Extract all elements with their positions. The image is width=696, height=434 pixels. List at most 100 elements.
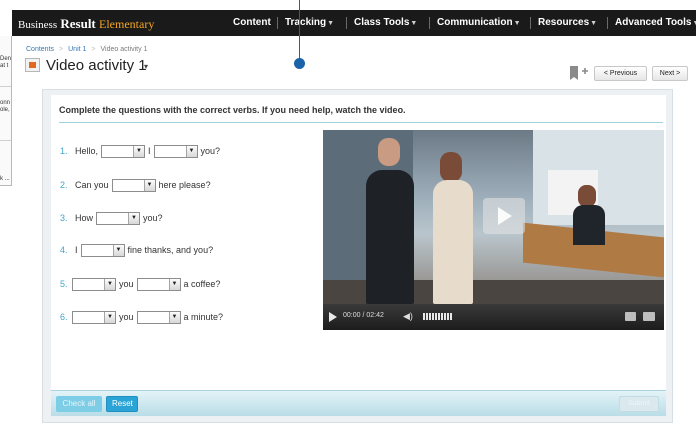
- fullscreen-icon[interactable]: [643, 312, 655, 321]
- brand-word-3: Elementary: [99, 17, 155, 31]
- chevron-down-icon: ▼: [590, 20, 598, 27]
- next-button[interactable]: Next >: [652, 66, 688, 81]
- answer-dropdown[interactable]: ▼: [72, 277, 116, 291]
- question-text: you: [119, 279, 134, 289]
- reset-button[interactable]: Reset: [106, 396, 138, 412]
- chevron-down-icon: ▼: [692, 20, 696, 27]
- question-text: Can you: [75, 180, 109, 190]
- top-nav-bar: Business Result Elementary Content Track…: [12, 10, 696, 36]
- instruction-text: Complete the questions with the correct …: [59, 105, 663, 123]
- app-window: Den at t onn ole, k ... Business Result …: [0, 0, 696, 434]
- breadcrumb: Contents > Unit 1 > Video activity 1: [26, 46, 147, 53]
- question-number: 1.: [60, 146, 68, 156]
- divider: [0, 140, 11, 141]
- question-number: 5.: [60, 279, 68, 289]
- answer-dropdown[interactable]: ▼: [153, 144, 198, 158]
- callout-line: [299, 0, 300, 62]
- nav-item-label: Resources: [538, 17, 590, 28]
- answer-dropdown[interactable]: ▼: [111, 178, 156, 192]
- question-text: fine thanks, and you?: [127, 245, 214, 255]
- question-text: Hello,: [75, 146, 99, 156]
- nav-item-advanced-tools[interactable]: Advanced Tools▼: [615, 10, 696, 36]
- play-overlay-button[interactable]: [483, 198, 525, 234]
- chevron-down-icon: ▼: [133, 145, 145, 157]
- breadcrumb-separator: >: [91, 46, 96, 53]
- previous-button[interactable]: < Previous: [594, 66, 647, 81]
- question-text: I: [148, 146, 151, 156]
- chevron-down-icon: ▼: [104, 311, 115, 323]
- divider: [607, 17, 608, 29]
- side-panel: Den at t onn ole, k ...: [0, 36, 12, 186]
- volume-icon[interactable]: ◀): [403, 311, 413, 322]
- submit-button[interactable]: Submit: [619, 396, 659, 412]
- side-panel-text: at t: [0, 63, 9, 69]
- chevron-down-icon: ▼: [168, 278, 180, 290]
- nav-item-label: Communication: [437, 17, 513, 28]
- answer-dropdown[interactable]: ▼: [101, 144, 146, 158]
- nav-item-content[interactable]: Content: [233, 10, 271, 36]
- chevron-down-icon: ▼: [143, 179, 155, 191]
- question-number: 2.: [60, 180, 68, 190]
- chevron-down-icon: ▼: [327, 20, 335, 27]
- video-controls: 00:00 / 02:42 ◀): [323, 304, 664, 330]
- page-title: Video activity 1: [46, 57, 147, 74]
- nav-item-communication[interactable]: Communication▼: [437, 10, 521, 36]
- side-panel-text: ole,: [0, 107, 10, 113]
- nav-item-class-tools[interactable]: Class Tools▼: [354, 10, 417, 36]
- answer-dropdown[interactable]: ▼: [80, 243, 125, 257]
- callout-dot: [294, 58, 305, 69]
- nav-item-label: Content: [233, 17, 271, 28]
- brand-logo[interactable]: Business Result Elementary: [18, 16, 154, 32]
- chevron-down-icon: ▼: [513, 20, 521, 27]
- question-6: 6. ▼ you ▼ a minute?: [60, 310, 226, 324]
- question-number: 4.: [60, 245, 68, 255]
- nav-item-label: Class Tools: [354, 17, 410, 28]
- breadcrumb-unit[interactable]: Unit 1: [68, 46, 86, 53]
- brand-word-1: Business: [18, 19, 58, 31]
- video-frame[interactable]: [323, 130, 664, 304]
- breadcrumb-current: Video activity 1: [100, 46, 148, 53]
- nav-item-label: Advanced Tools: [615, 17, 692, 28]
- volume-slider[interactable]: [423, 313, 452, 320]
- question-4: 4. I ▼ fine thanks, and you?: [60, 243, 216, 257]
- answer-dropdown[interactable]: ▼: [96, 211, 141, 225]
- question-5: 5. ▼ you ▼ a coffee?: [60, 277, 223, 291]
- brand-word-2: Result: [60, 16, 96, 31]
- play-icon: [498, 207, 512, 225]
- question-text: you?: [143, 213, 163, 223]
- question-number: 6.: [60, 312, 68, 322]
- question-text: I: [75, 245, 78, 255]
- video-player[interactable]: 00:00 / 02:42 ◀): [323, 130, 664, 330]
- chevron-down-icon: ▼: [104, 278, 115, 290]
- chevron-down-icon: ▼: [168, 311, 180, 323]
- activity-body: Complete the questions with the correct …: [51, 95, 666, 401]
- breadcrumb-contents[interactable]: Contents: [26, 46, 54, 53]
- question-text: here please?: [158, 180, 211, 190]
- question-1: 1. Hello, ▼ I ▼ you?: [60, 144, 223, 158]
- nav-item-resources[interactable]: Resources▼: [538, 10, 597, 36]
- divider: [346, 17, 347, 29]
- answer-dropdown[interactable]: ▼: [72, 310, 116, 324]
- side-panel-text: k ...: [0, 176, 10, 182]
- chevron-down-icon[interactable]: ▾: [144, 62, 148, 71]
- nav-item-tracking[interactable]: Tracking▼: [285, 10, 334, 36]
- chevron-down-icon: ▼: [410, 20, 418, 27]
- bookmark-add-icon[interactable]: [567, 64, 589, 82]
- question-text: How: [75, 213, 94, 223]
- answer-dropdown[interactable]: ▼: [136, 310, 181, 324]
- captions-icon[interactable]: [625, 312, 636, 321]
- question-3: 3. How ▼ you?: [60, 211, 166, 225]
- side-panel-text: Den: [0, 56, 12, 62]
- answer-dropdown[interactable]: ▼: [136, 277, 181, 291]
- video-time: 00:00 / 02:42: [343, 312, 384, 319]
- chevron-down-icon: ▼: [112, 244, 124, 256]
- divider: [530, 17, 531, 29]
- check-all-button[interactable]: Check all: [56, 396, 102, 412]
- play-icon[interactable]: [329, 312, 337, 322]
- breadcrumb-separator: >: [59, 46, 64, 53]
- chevron-down-icon: ▼: [185, 145, 197, 157]
- side-panel-text: onn: [0, 100, 11, 106]
- chevron-down-icon: ▼: [128, 212, 140, 224]
- divider: [429, 17, 430, 29]
- divider: [277, 17, 278, 29]
